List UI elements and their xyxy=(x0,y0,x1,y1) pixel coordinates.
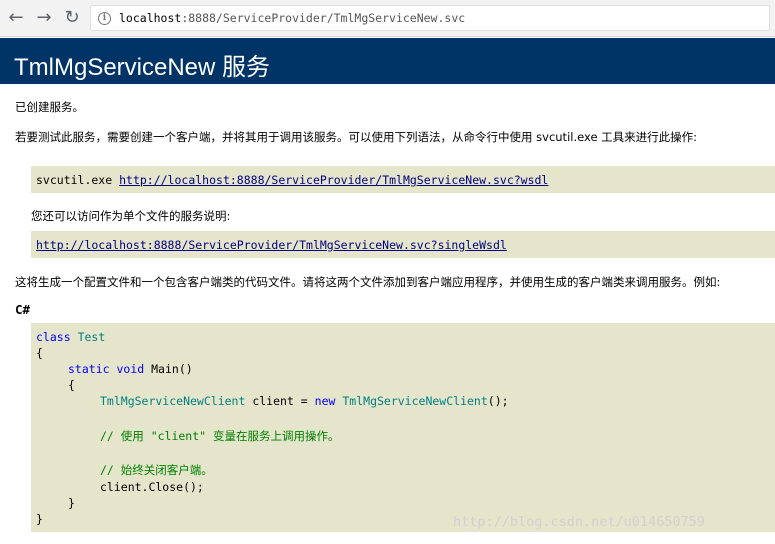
code-text: (); xyxy=(487,394,509,408)
generate-text: 这将生成一个配置文件和一个包含客户端类的代码文件。请将这两个文件添加到客户端应用… xyxy=(15,275,721,289)
svcutil-command: svcutil.exe xyxy=(36,173,120,187)
arrow-left-icon[interactable]: ← xyxy=(6,8,26,28)
code-comment-close: // 始终关闭客户端。 xyxy=(100,463,213,477)
arrow-right-icon[interactable]: → xyxy=(34,8,54,28)
keyword: new xyxy=(314,394,336,408)
keyword: class xyxy=(36,330,71,344)
url-path: :8888/ServiceProvider/TmlMgServiceNew.sv… xyxy=(181,11,466,25)
url-host: localhost xyxy=(119,11,182,25)
address-bar[interactable]: i localhost:8888/ServiceProvider/TmlMgSe… xyxy=(90,5,770,31)
reload-icon[interactable]: ↻ xyxy=(62,8,82,28)
single-wsdl-link[interactable]: http://localhost:8888/ServiceProvider/Tm… xyxy=(36,238,507,252)
code-line-10: } xyxy=(36,512,43,526)
code-line-1: class Test xyxy=(36,330,105,344)
type-name: TmlMgServiceNewClient xyxy=(342,394,488,408)
type-name: Test xyxy=(77,330,106,344)
method-name: Main() xyxy=(151,362,193,376)
wsdl-link[interactable]: http://localhost:8888/ServiceProvider/Tm… xyxy=(119,173,548,187)
code-comment-invoke: // 使用 "client" 变量在服务上调用操作。 xyxy=(100,429,340,443)
code-line-4: { xyxy=(68,378,75,392)
page-header: TmlMgServiceNew 服务 xyxy=(0,38,775,84)
keyword: static xyxy=(68,362,110,376)
code-text: client = xyxy=(245,394,315,408)
url-text[interactable]: localhost:8888/ServiceProvider/TmlMgServ… xyxy=(119,11,465,25)
type-name: TmlMgServiceNewClient xyxy=(100,394,246,408)
intro-text: 若要测试此服务，需要创建一个客户端，并将其用于调用该服务。可以使用下列语法，从命… xyxy=(15,130,698,144)
single-file-text: 您还可以访问作为单个文件的服务说明: xyxy=(31,209,231,223)
page-title: TmlMgServiceNew 服务 xyxy=(14,54,271,81)
browser-toolbar: ← → ↻ i localhost:8888/ServiceProvider/T… xyxy=(0,0,775,37)
language-heading: C# xyxy=(15,302,31,317)
single-wsdl-box: http://localhost:8888/ServiceProvider/Tm… xyxy=(31,231,775,258)
code-line-9: } xyxy=(68,496,75,510)
keyword: void xyxy=(116,362,145,376)
info-icon[interactable]: i xyxy=(98,12,111,25)
code-line-2: { xyxy=(36,346,43,360)
svcutil-box: svcutil.exe http://localhost:8888/Servic… xyxy=(31,166,775,193)
code-line-close: client.Close(); xyxy=(100,480,204,494)
code-line-5: TmlMgServiceNewClient client = new TmlMg… xyxy=(100,394,509,408)
watermark: http://blog.csdn.net/u014650759 xyxy=(453,514,705,530)
code-line-3: static void Main() xyxy=(68,362,193,376)
created-message: 已创建服务。 xyxy=(15,100,84,114)
